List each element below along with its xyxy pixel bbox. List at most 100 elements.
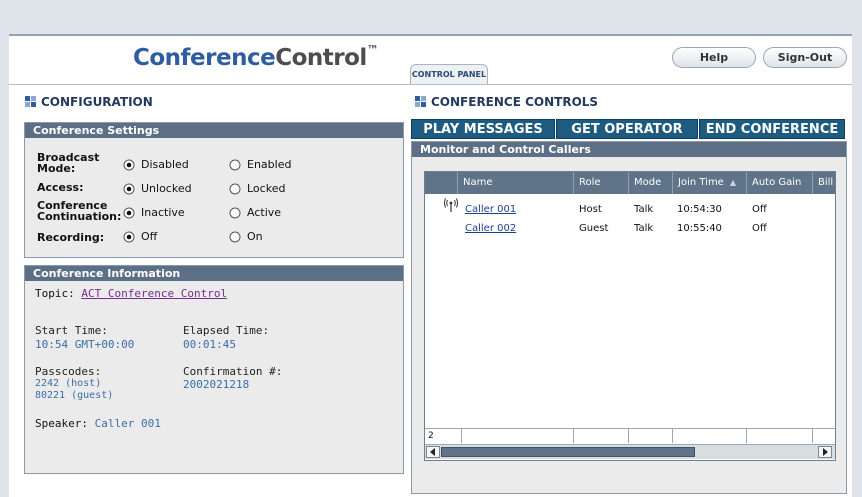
header-divider: [9, 34, 852, 36]
column-header-name[interactable]: Name: [458, 172, 574, 194]
right-band: [852, 34, 862, 497]
table-cell-auto-gain: Off: [752, 223, 767, 234]
conference-settings-header: Conference Settings: [25, 123, 403, 138]
monitor-control-header: Monitor and Control Callers: [412, 142, 846, 157]
grid-header-icon-col: [425, 172, 458, 194]
recording-off-label: Off: [141, 230, 158, 243]
footer-cell: [673, 429, 747, 443]
caller-count: 2: [425, 429, 462, 443]
conference-controls-title-text: CONFERENCE CONTROLS: [431, 95, 599, 109]
continuation-active-label: Active: [247, 206, 282, 219]
topic-row: Topic: ACT Conference Control: [35, 287, 227, 300]
table-cell-join-time: 10:54:30: [677, 204, 722, 215]
recording-off-radio[interactable]: Off: [123, 230, 157, 243]
radio-unchecked-icon: [229, 183, 241, 195]
access-label: Access:: [37, 181, 84, 194]
broadcast-mode-label: Broadcast Mode:: [37, 151, 100, 175]
radio-unchecked-icon: [229, 207, 241, 219]
table-cell-auto-gain: Off: [752, 204, 767, 215]
recording-on-label: On: [247, 230, 263, 243]
recording-label: Recording:: [37, 231, 105, 244]
configuration-title-text: CONFIGURATION: [41, 95, 153, 109]
broadcast-disabled-radio[interactable]: Disabled: [123, 158, 189, 171]
caller-link[interactable]: Caller 002: [465, 223, 516, 234]
access-locked-radio[interactable]: Locked: [229, 182, 285, 195]
continuation-inactive-label: Inactive: [141, 206, 185, 219]
arrow-left-icon: [430, 448, 435, 456]
column-header-role[interactable]: Role: [574, 172, 629, 194]
speaker-label: Speaker:: [35, 417, 88, 430]
table-row: Caller 001: [465, 204, 516, 215]
scroll-left-button[interactable]: [426, 446, 440, 458]
radio-checked-icon: [123, 207, 135, 219]
callers-grid: Name Role Mode Join Time ▲ Auto Gain Bill…: [424, 171, 836, 461]
speaker-antenna-icon: [444, 198, 458, 215]
access-unlocked-radio[interactable]: Unlocked: [123, 182, 192, 195]
play-messages-button[interactable]: PLAY MESSAGES: [411, 119, 555, 139]
arrow-right-icon: [823, 448, 828, 456]
elapsed-time-value: 00:01:45: [183, 338, 236, 351]
table-cell-join-time: 10:55:40: [677, 223, 722, 234]
horizontal-scrollbar[interactable]: [425, 444, 835, 459]
table-cell-mode: Talk: [634, 204, 654, 215]
nav-divider: [9, 84, 852, 85]
footer-cell: [462, 429, 574, 443]
confirmation-label: Confirmation #:: [183, 365, 283, 378]
end-conference-button[interactable]: END CONFERENCE: [699, 119, 845, 139]
footer-cell: [629, 429, 673, 443]
scrollbar-thumb[interactable]: [441, 447, 695, 457]
conference-information-header: Conference Information: [25, 266, 403, 281]
elapsed-time-label: Elapsed Time:: [183, 324, 270, 337]
join-time-header-label: Join Time: [678, 177, 724, 188]
passcodes-label: Passcodes:: [35, 365, 102, 378]
continuation-label: Conference Continuation:: [37, 199, 122, 223]
table-cell-mode: Talk: [634, 223, 654, 234]
continuation-active-radio[interactable]: Active: [229, 206, 281, 219]
logo-part1: Conference: [133, 45, 276, 71]
start-time-label: Start Time:: [35, 324, 108, 337]
radio-checked-icon: [123, 231, 135, 243]
tab-control-panel[interactable]: CONTROL PANEL: [410, 64, 488, 84]
start-time-value: 10:54 GMT+00:00: [35, 338, 135, 351]
confirmation-value: 2002021218: [183, 378, 250, 391]
column-header-join-time[interactable]: Join Time ▲: [673, 172, 747, 194]
footer-cell: [747, 429, 813, 443]
radio-checked-icon: [123, 159, 135, 171]
radio-checked-icon: [123, 183, 135, 195]
app-logo: ConferenceControl™: [133, 43, 379, 71]
grid-icon: [25, 96, 36, 107]
conference-information-panel: Conference Information Topic: ACT Confer…: [24, 265, 404, 474]
table-cell-role: Guest: [579, 223, 609, 234]
scroll-right-button[interactable]: [818, 446, 832, 458]
sort-arrow-icon: ▲: [729, 178, 736, 187]
column-header-mode[interactable]: Mode: [629, 172, 673, 194]
table-cell-role: Host: [579, 204, 602, 215]
logo-trademark: ™: [366, 43, 379, 58]
grid-icon: [415, 96, 426, 107]
access-unlocked-label: Unlocked: [141, 182, 192, 195]
footer-cell: [574, 429, 629, 443]
topic-label: Topic:: [35, 287, 75, 300]
broadcast-disabled-label: Disabled: [141, 158, 189, 171]
caller-link[interactable]: Caller 001: [465, 204, 516, 215]
get-operator-button[interactable]: GET OPERATOR: [556, 119, 698, 139]
radio-unchecked-icon: [229, 159, 241, 171]
configuration-title: CONFIGURATION: [25, 95, 153, 109]
radio-unchecked-icon: [229, 231, 241, 243]
top-band: [0, 0, 862, 34]
grid-footer-row: 2: [425, 428, 835, 443]
access-locked-label: Locked: [247, 182, 286, 195]
column-header-bill[interactable]: Bill: [813, 172, 835, 194]
continuation-inactive-radio[interactable]: Inactive: [123, 206, 185, 219]
topic-link[interactable]: ACT Conference Control: [81, 287, 227, 300]
broadcast-enabled-label: Enabled: [247, 158, 292, 171]
conference-settings-panel: Conference Settings Broadcast Mode: Disa…: [24, 122, 404, 258]
help-button[interactable]: Help: [672, 47, 756, 68]
column-header-auto-gain[interactable]: Auto Gain: [747, 172, 813, 194]
passcode-guest: 80221 (guest): [35, 390, 114, 401]
broadcast-enabled-radio[interactable]: Enabled: [229, 158, 291, 171]
speaker-row: Speaker: Caller 001: [35, 417, 161, 430]
conference-controls-title: CONFERENCE CONTROLS: [415, 95, 598, 109]
sign-out-button[interactable]: Sign-Out: [763, 47, 847, 68]
recording-on-radio[interactable]: On: [229, 230, 263, 243]
